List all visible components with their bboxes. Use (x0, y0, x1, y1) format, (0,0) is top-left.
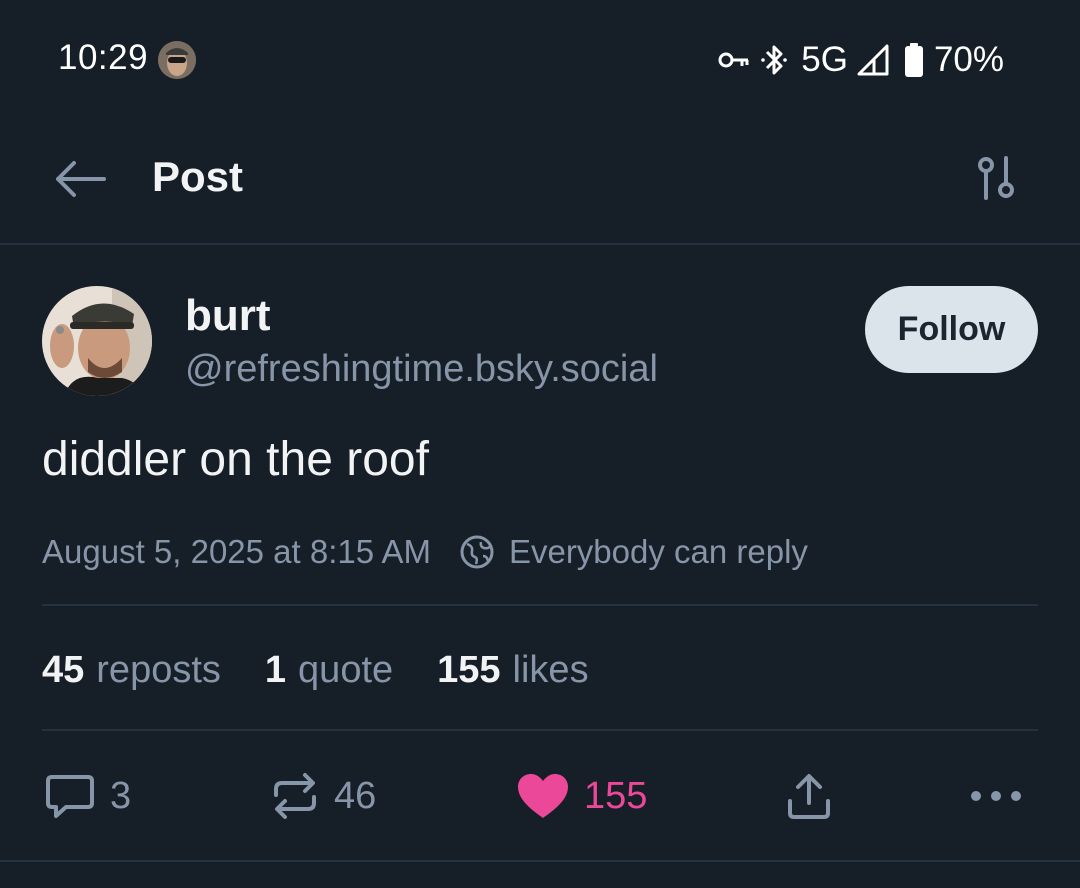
page-title: Post (152, 153, 244, 200)
divider (42, 604, 1038, 606)
engagement-stats: 45 reposts 1 quote 155 likes (42, 645, 633, 695)
likes-label: likes (512, 648, 589, 691)
app-screen: 10:29 5G 70% Post burt @refreshingtime.b… (0, 0, 1080, 888)
quotes-count: 1 (264, 648, 287, 691)
reply-setting-label[interactable]: Everybody can reply (509, 533, 808, 571)
share-icon (784, 771, 834, 821)
arrow-left-icon (52, 159, 106, 204)
sliders-icon (974, 154, 1018, 207)
repost-count: 46 (334, 774, 377, 817)
reply-icon (44, 771, 96, 821)
divider (42, 729, 1038, 731)
reply-count: 3 (110, 774, 132, 817)
follow-button[interactable]: Follow (865, 286, 1038, 373)
reposts-label: reposts (96, 648, 221, 691)
status-indicators: 5G 70% (709, 36, 1004, 84)
status-time: 10:29 (58, 38, 149, 77)
post-timestamp: August 5, 2025 at 8:15 AM (42, 533, 431, 570)
signal-icon (856, 43, 890, 77)
battery-percent: 70% (933, 40, 1004, 79)
more-options-button[interactable] (968, 768, 1038, 824)
reposts-count: 45 (42, 648, 85, 691)
quotes-label: quote (298, 648, 394, 691)
status-bar: 10:29 5G 70% (0, 0, 1080, 120)
likes-stat[interactable]: 155 likes (437, 649, 588, 692)
author-display-name[interactable]: burt (185, 291, 271, 341)
quotes-stat[interactable]: 1 quote (265, 649, 393, 692)
more-icon (968, 786, 1024, 806)
battery-icon (904, 42, 924, 78)
network-type: 5G (801, 40, 848, 79)
vpn-key-icon (717, 48, 751, 72)
status-avatar (158, 41, 196, 79)
divider (0, 860, 1080, 862)
avatar[interactable] (42, 286, 152, 396)
globe-icon (459, 534, 495, 570)
post-meta: August 5, 2025 at 8:15 AM Everybody can … (42, 530, 808, 574)
share-button[interactable] (784, 768, 848, 824)
like-button[interactable]: 155 (516, 768, 647, 824)
like-count: 155 (584, 774, 648, 817)
reply-button[interactable]: 3 (44, 768, 131, 824)
likes-count: 155 (437, 648, 501, 691)
back-button[interactable] (50, 152, 108, 210)
bluetooth-icon (759, 42, 789, 78)
thread-settings-button[interactable] (970, 150, 1022, 210)
heart-icon (516, 772, 570, 820)
repost-icon (270, 771, 320, 821)
reposts-stat[interactable]: 45 reposts (42, 649, 221, 692)
top-app-bar: Post (0, 120, 1080, 245)
post-text: diddler on the roof (42, 433, 429, 486)
repost-button[interactable]: 46 (270, 768, 376, 824)
author-handle[interactable]: @refreshingtime.bsky.social (185, 348, 658, 391)
